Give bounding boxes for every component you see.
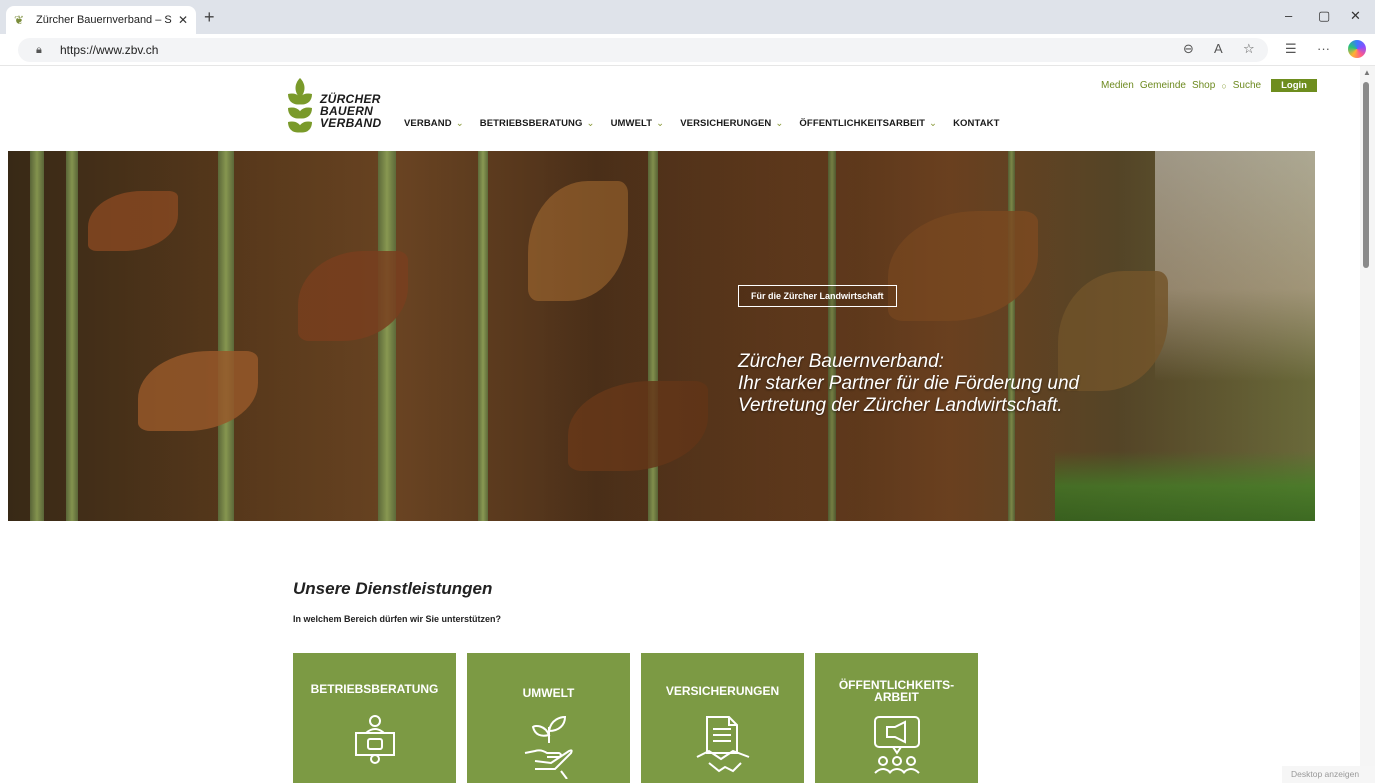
minimize-button[interactable]: – <box>1285 8 1292 23</box>
login-button[interactable]: Login <box>1271 79 1317 92</box>
services-subtitle: In welchem Bereich dürfen wir Sie unters… <box>293 614 502 624</box>
hero-line-3: Vertretung der Zürcher Landwirtschaft. <box>738 395 1063 416</box>
page-scrollbar[interactable]: ▲ <box>1360 66 1375 783</box>
tab-close-icon[interactable]: ✕ <box>178 13 188 27</box>
hero-badge: Für die Zürcher Landwirtschaft <box>738 285 897 307</box>
chevron-down-icon: ⌄ <box>929 118 938 129</box>
site-favicon-icon: ❦ <box>14 13 25 27</box>
nav-label: UMWELT <box>610 118 653 129</box>
more-menu-icon[interactable]: ··· <box>1317 41 1330 56</box>
services-title: Unsere Dienstleistungen <box>293 579 493 598</box>
gemeinde-link[interactable]: Gemeinde <box>1140 80 1186 91</box>
read-aloud-icon[interactable]: A <box>1214 41 1223 56</box>
desktop-view-hint[interactable]: Desktop anzeigen <box>1282 766 1375 783</box>
hero-line-2: Ihr starker Partner für die Förderung un… <box>738 373 1080 394</box>
nav-label: KONTAKT <box>953 118 1000 129</box>
chevron-down-icon: ⌄ <box>586 118 595 129</box>
megaphone-audience-icon <box>873 716 920 774</box>
favorites-list-icon[interactable]: ☰ <box>1285 41 1297 57</box>
url-text: https://www.zbv.ch <box>60 43 159 57</box>
card-label: BETRIEBSBERATUNG <box>293 683 456 695</box>
card-label-line-1: VERSICHERUNGEN <box>665 684 780 698</box>
card-betriebsberatung[interactable]: BETRIEBSBERATUNG <box>293 653 456 783</box>
address-bar-row: 🔒︎ https://www.zbv.ch <box>0 34 1375 66</box>
nav-item-umwelt[interactable]: UMWELT ⌄ <box>611 118 665 129</box>
lock-icon: 🔒︎ <box>36 43 42 56</box>
nav-label: ÖFFENTLICHKEITSARBEIT <box>799 118 926 129</box>
nav-item-versicherungen[interactable]: VERSICHERUNGEN ⌄ <box>680 118 783 129</box>
consulting-icon <box>354 715 395 764</box>
new-tab-button[interactable]: + <box>204 7 215 28</box>
browser-tab-bar: ❦ Zürcher Bauernverband – Startsei ✕ + –… <box>0 0 1375 34</box>
medien-link[interactable]: Medien <box>1101 80 1134 91</box>
scrollbar-thumb[interactable] <box>1363 82 1369 268</box>
suche-link[interactable]: Suche <box>1233 80 1261 91</box>
hero-line-1: Zürcher Bauernverband: <box>738 351 944 372</box>
card-versicherungen[interactable]: VERSICHERUNGEN <box>641 653 804 783</box>
search-icon[interactable]: ○ <box>1221 81 1226 91</box>
zoom-icon[interactable]: ⊖ <box>1183 41 1194 57</box>
nav-item-betriebsberatung[interactable]: BETRIEBSBERATUNG ⌄ <box>480 118 595 129</box>
close-window-button[interactable]: ✕ <box>1350 8 1361 24</box>
card-oeffentlichkeitsarbeit[interactable]: ÖFFENTLICHKEITS- ARBEIT <box>815 653 978 783</box>
web-page: ZÜRCHER BAUERN VERBAND VERBAND ⌄ BETRIEBS… <box>0 66 1360 783</box>
url-field[interactable]: 🔒︎ https://www.zbv.ch <box>18 38 1268 62</box>
copilot-icon[interactable] <box>1348 40 1366 58</box>
nav-label: VERBAND <box>404 118 452 129</box>
tab-title: Zürcher Bauernverband – Startsei <box>36 14 172 26</box>
nav-label: BETRIEBSBERATUNG <box>479 118 583 129</box>
card-label: VERSICHERUNGEN <box>641 685 804 697</box>
nav-label: VERSICHERUNGEN <box>680 118 772 129</box>
hero-overlay <box>8 151 1315 521</box>
services-cards: BETRIEBSBERATUNG UMWELT VERSICHERUNGEN Ö… <box>293 653 978 783</box>
card-label-line-1: BETRIEBSBERATUNG <box>310 682 439 696</box>
chevron-down-icon: ⌄ <box>775 118 784 129</box>
favorite-star-icon[interactable]: ☆ <box>1243 41 1255 57</box>
logo-line-3: VERBAND <box>320 116 382 130</box>
nav-item-oeffentlichkeitsarbeit[interactable]: ÖFFENTLICHKEITSARBEIT ⌄ <box>799 118 937 129</box>
main-nav: VERBAND ⌄ BETRIEBSBERATUNG ⌄ UMWELT ⌄ VERSI… <box>404 118 1000 129</box>
nav-item-verband[interactable]: VERBAND ⌄ <box>404 118 464 129</box>
restore-button[interactable]: ▢ <box>1318 8 1330 24</box>
logo-wordmark[interactable]: ZÜRCHER BAUERN VERBAND <box>320 93 381 129</box>
card-label-line-2: ARBEIT <box>874 690 919 704</box>
utility-nav: Medien Gemeinde Shop ○ Suche Login <box>1101 79 1317 92</box>
contract-handshake-icon <box>696 716 749 773</box>
card-label: ÖFFENTLICHKEITS- ARBEIT <box>815 679 978 703</box>
card-label-line-1: UMWELT <box>522 686 575 700</box>
browser-tab[interactable]: ❦ Zürcher Bauernverband – Startsei ✕ <box>6 6 196 34</box>
scroll-up-arrow-icon[interactable]: ▲ <box>1363 68 1371 77</box>
hero-headline: Zürcher Bauernverband: Ihr starker Partn… <box>738 351 1079 417</box>
chevron-down-icon: ⌄ <box>455 118 464 129</box>
chevron-down-icon: ⌄ <box>656 118 665 129</box>
plant-hand-icon <box>524 715 573 779</box>
shop-link[interactable]: Shop <box>1192 80 1215 91</box>
nav-item-kontakt[interactable]: KONTAKT <box>953 118 999 129</box>
hero-banner: Für die Zürcher Landwirtschaft Zürcher B… <box>8 151 1315 521</box>
card-umwelt[interactable]: UMWELT <box>467 653 630 783</box>
card-label: UMWELT <box>467 687 630 699</box>
